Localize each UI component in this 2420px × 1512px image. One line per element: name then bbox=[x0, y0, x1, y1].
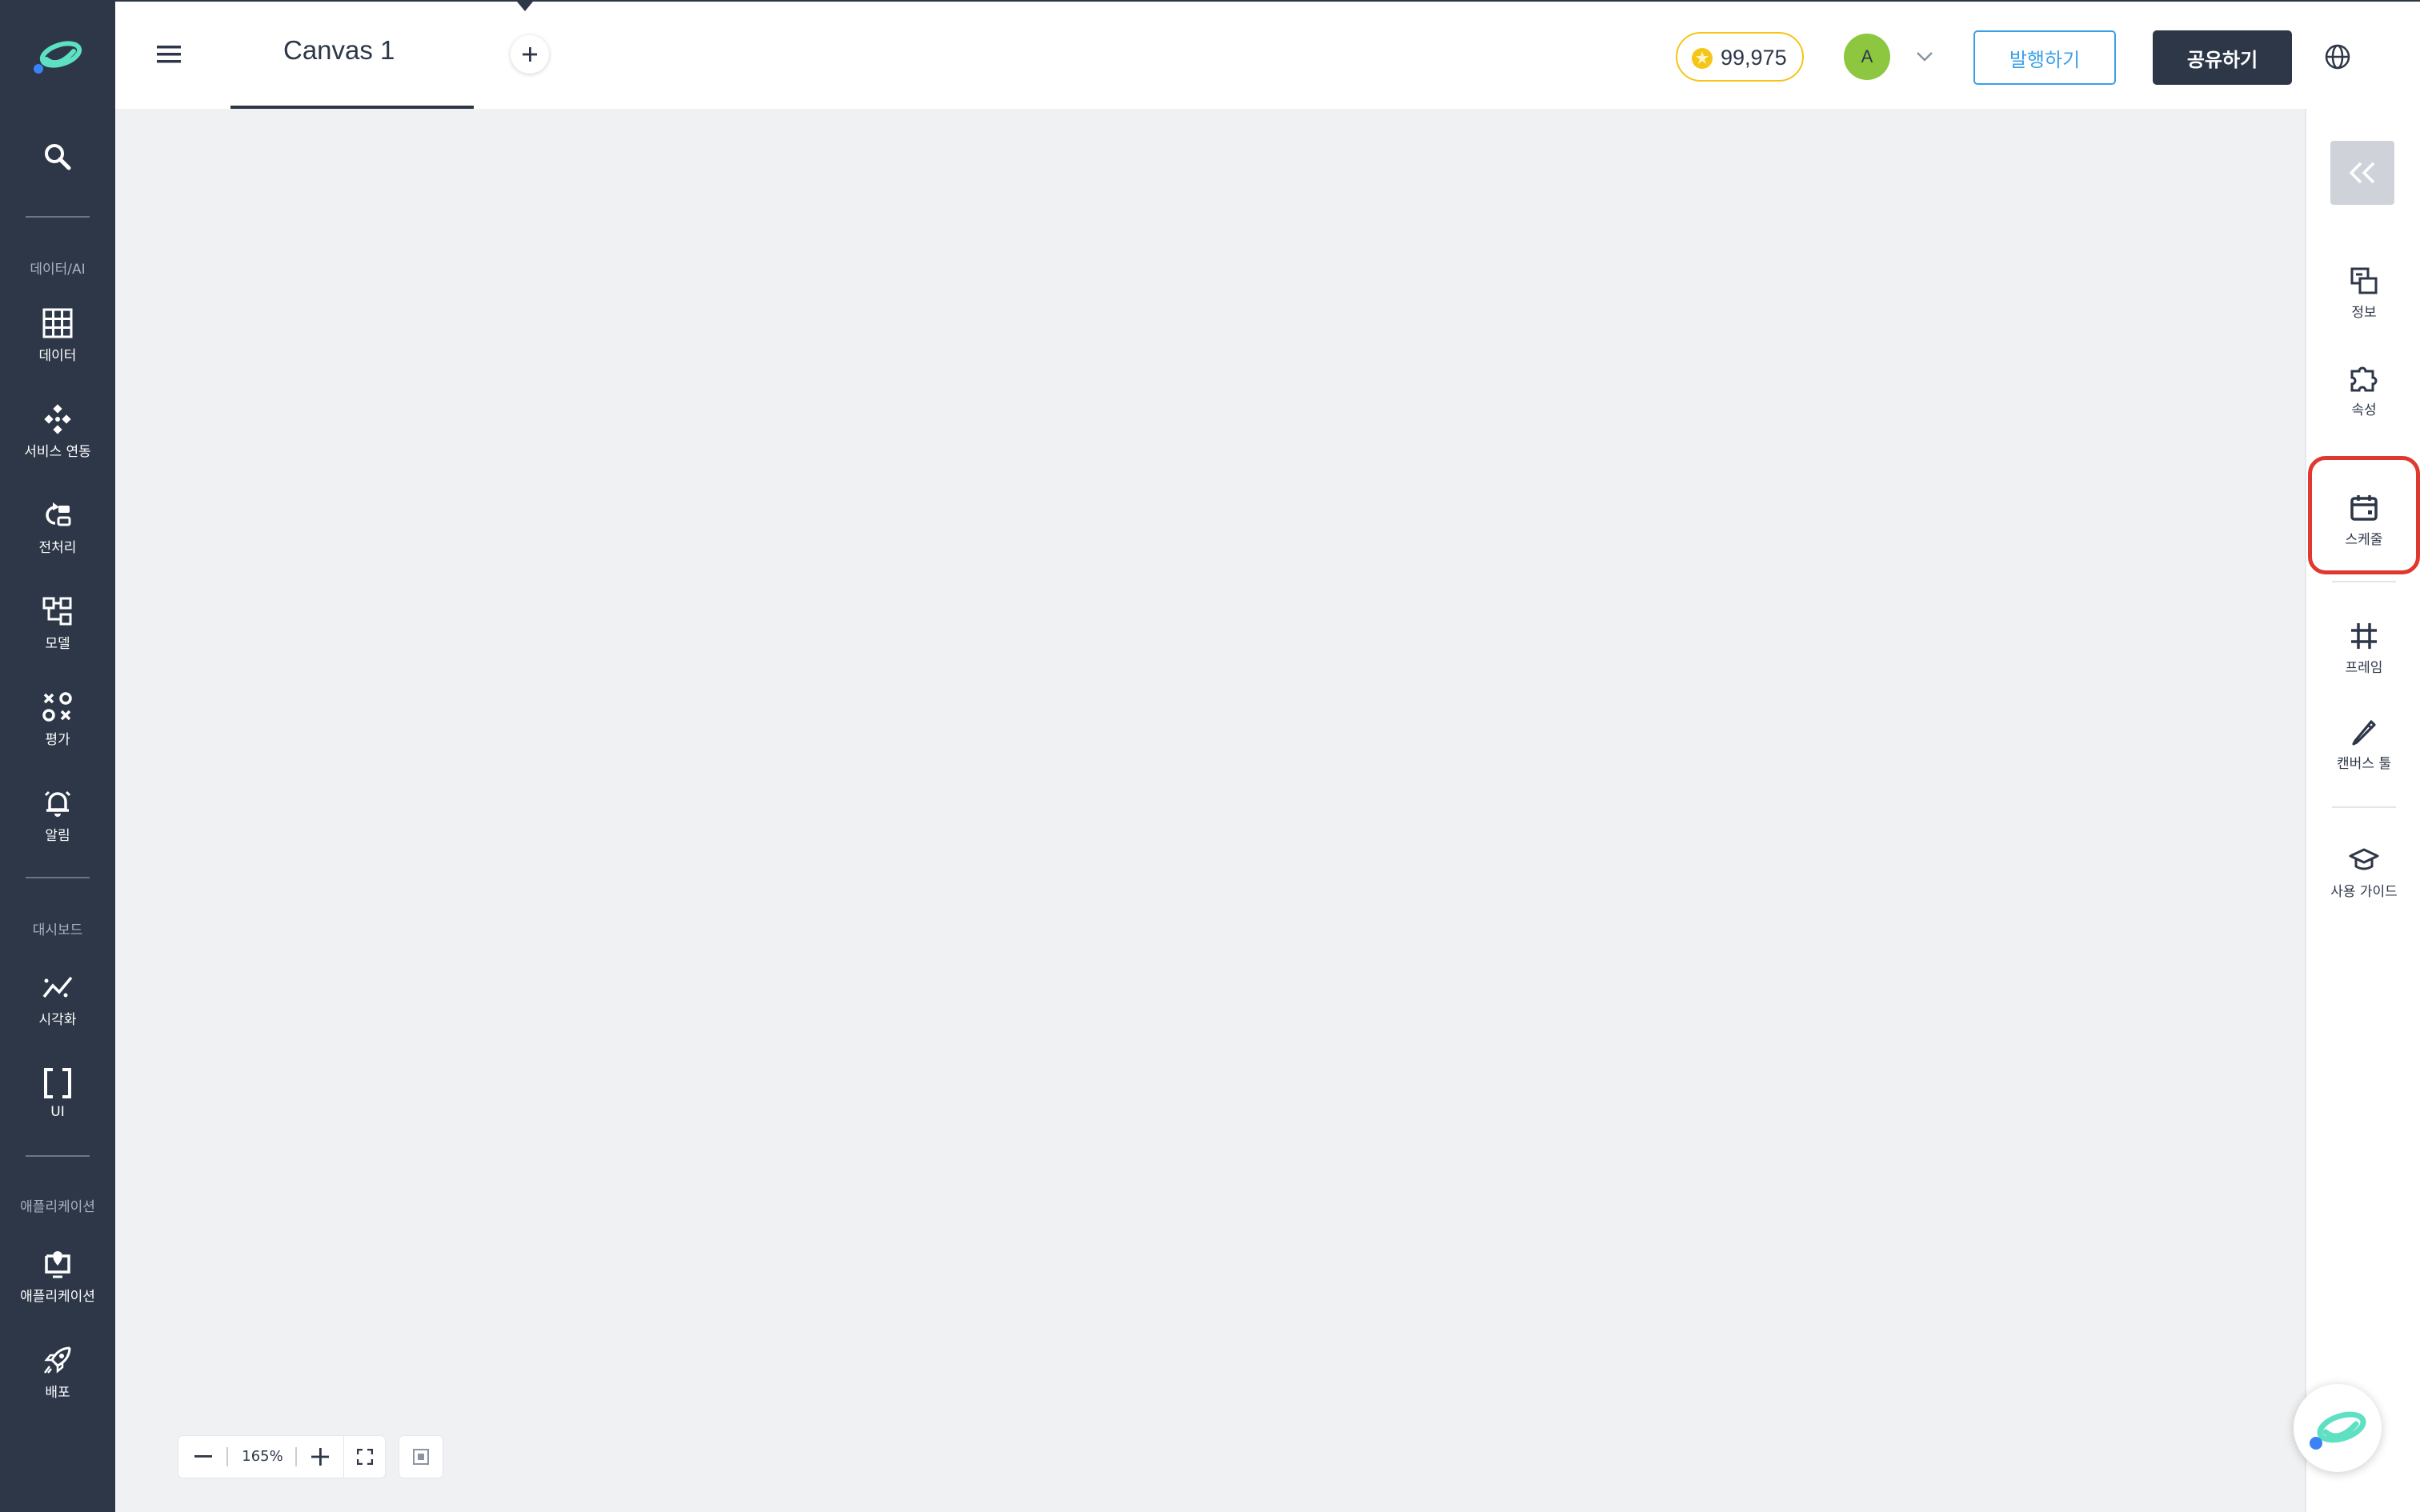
assistant-button[interactable] bbox=[2294, 1384, 2382, 1472]
sidebar-item-deploy[interactable]: 배포 bbox=[0, 1344, 115, 1401]
sidebar-item-alert[interactable]: 알림 bbox=[0, 787, 115, 844]
panel-item-label: 스케줄 bbox=[2345, 532, 2383, 548]
hash-icon bbox=[2351, 623, 2377, 649]
sidebar-item-label: 배포 bbox=[45, 1385, 70, 1401]
sidebar-item-ui[interactable]: UI bbox=[0, 1067, 115, 1120]
graduation-cap-icon bbox=[2349, 848, 2379, 870]
chart-line-icon bbox=[42, 976, 73, 998]
rocket-icon bbox=[44, 1346, 71, 1374]
minimap-button[interactable] bbox=[399, 1435, 443, 1478]
calendar-icon bbox=[2350, 495, 2378, 521]
sidebar-divider bbox=[26, 1155, 90, 1157]
panel-item-info[interactable]: 정보 bbox=[2306, 266, 2420, 321]
preprocess-icon bbox=[46, 502, 71, 526]
section-label-data-ai: 데이터/AI bbox=[30, 262, 86, 278]
sidebar-item-label: 모델 bbox=[45, 636, 70, 652]
hamburger-icon bbox=[157, 46, 181, 63]
sidebar-divider bbox=[26, 216, 90, 218]
plus-icon bbox=[311, 1448, 329, 1466]
share-button-label: 공유하기 bbox=[2186, 48, 2258, 71]
panel-item-label: 정보 bbox=[2351, 305, 2377, 321]
avatar[interactable]: A bbox=[1844, 34, 1890, 80]
add-tab-button[interactable] bbox=[511, 35, 549, 74]
panel-item-frame[interactable]: 프레임 bbox=[2306, 621, 2420, 676]
panel-item-label: 속성 bbox=[2351, 402, 2377, 418]
panel-item-label: 사용 가이드 bbox=[2330, 884, 2398, 900]
search-button[interactable] bbox=[0, 141, 115, 173]
menu-button[interactable] bbox=[155, 42, 182, 67]
pencil-icon bbox=[2352, 720, 2376, 746]
zoom-divider bbox=[295, 1447, 297, 1466]
globe-icon[interactable] bbox=[2324, 43, 2351, 70]
sidebar-item-model[interactable]: 모델 bbox=[0, 595, 115, 652]
fullscreen-icon bbox=[357, 1449, 373, 1465]
sidebar-item-label: 시각화 bbox=[38, 1012, 77, 1028]
panel-item-user-guide[interactable]: 사용 가이드 bbox=[2306, 845, 2420, 900]
puzzle-icon bbox=[2350, 366, 2378, 392]
panel-divider bbox=[2332, 581, 2396, 582]
section-label-dashboard: 대시보드 bbox=[32, 922, 83, 938]
tab-title: Canvas 1 bbox=[283, 35, 395, 65]
tab-canvas-1[interactable]: Canvas 1 bbox=[230, 2, 533, 109]
sidebar-item-preprocess[interactable]: 전처리 bbox=[0, 499, 115, 556]
sidebar-item-data[interactable]: 데이터 bbox=[0, 307, 115, 364]
sidebar-divider bbox=[26, 877, 90, 878]
sidebar-item-label: 애플리케이션 bbox=[20, 1289, 95, 1305]
panel-item-label: 캔버스 툴 bbox=[2337, 756, 2391, 772]
sidebar-item-label: 서비스 연동 bbox=[24, 444, 91, 460]
left-sidebar: 데이터/AI 데이터 서비스 연동 전처리 모델 평가 알림 대시보드 시각화 … bbox=[0, 0, 115, 1512]
coin-icon bbox=[1692, 48, 1713, 69]
canvas-area[interactable] bbox=[115, 109, 2305, 1512]
panel-item-label: 프레임 bbox=[2345, 660, 2383, 676]
collapse-panel-button[interactable] bbox=[2330, 141, 2394, 205]
sidebar-item-label: 데이터 bbox=[38, 348, 77, 364]
app-logo[interactable] bbox=[30, 35, 85, 77]
connect-icon bbox=[44, 404, 71, 434]
fullscreen-button[interactable] bbox=[343, 1436, 386, 1478]
chevron-down-icon[interactable] bbox=[1916, 51, 1933, 62]
panel-item-properties[interactable]: 속성 bbox=[2306, 363, 2420, 418]
sidebar-item-service-integration[interactable]: 서비스 연동 bbox=[0, 403, 115, 460]
grid-icon bbox=[42, 308, 73, 338]
publish-button-label: 발행하기 bbox=[2009, 48, 2081, 71]
model-icon bbox=[42, 597, 72, 626]
sidebar-item-label: 전처리 bbox=[38, 540, 77, 556]
zoom-in-button[interactable] bbox=[298, 1436, 342, 1478]
app-icon bbox=[45, 1251, 70, 1278]
sidebar-item-application[interactable]: 애플리케이션 bbox=[0, 1248, 115, 1305]
double-chevron-left-icon bbox=[2349, 162, 2375, 184]
brackets-icon bbox=[44, 1068, 71, 1098]
assistant-logo-icon bbox=[2310, 1411, 2366, 1450]
sidebar-item-label: 알림 bbox=[45, 828, 70, 844]
credits-badge[interactable]: 99,975 bbox=[1676, 32, 1804, 82]
panel-item-canvas-tools[interactable]: 캔버스 툴 bbox=[2306, 717, 2420, 772]
section-label-application: 애플리케이션 bbox=[20, 1199, 95, 1215]
sidebar-item-label: UI bbox=[50, 1104, 65, 1120]
panel-divider bbox=[2332, 806, 2396, 808]
evaluate-icon bbox=[42, 692, 72, 722]
plus-icon bbox=[523, 47, 537, 62]
sidebar-item-label: 평가 bbox=[45, 732, 70, 748]
caret-down-icon[interactable] bbox=[517, 2, 533, 13]
minimap-icon bbox=[413, 1449, 429, 1465]
share-button[interactable]: 공유하기 bbox=[2153, 30, 2292, 85]
search-icon bbox=[45, 144, 71, 170]
zoom-controls: 165% bbox=[178, 1435, 386, 1478]
sidebar-item-visualization[interactable]: 시각화 bbox=[0, 971, 115, 1028]
bell-icon bbox=[44, 790, 71, 817]
avatar-initial: A bbox=[1861, 46, 1873, 66]
top-bar: Canvas 1 99,975 A 발행하기 공유하기 bbox=[115, 0, 2420, 109]
publish-button[interactable]: 발행하기 bbox=[1973, 30, 2116, 85]
info-icon bbox=[2350, 267, 2378, 294]
panel-item-schedule[interactable]: 스케줄 bbox=[2306, 493, 2420, 548]
sidebar-item-evaluate[interactable]: 평가 bbox=[0, 691, 115, 748]
right-panel: 정보 속성 스케줄 프레임 캔버스 툴 사용 가이드 bbox=[2305, 109, 2420, 1512]
credits-amount: 99,975 bbox=[1721, 46, 1787, 70]
